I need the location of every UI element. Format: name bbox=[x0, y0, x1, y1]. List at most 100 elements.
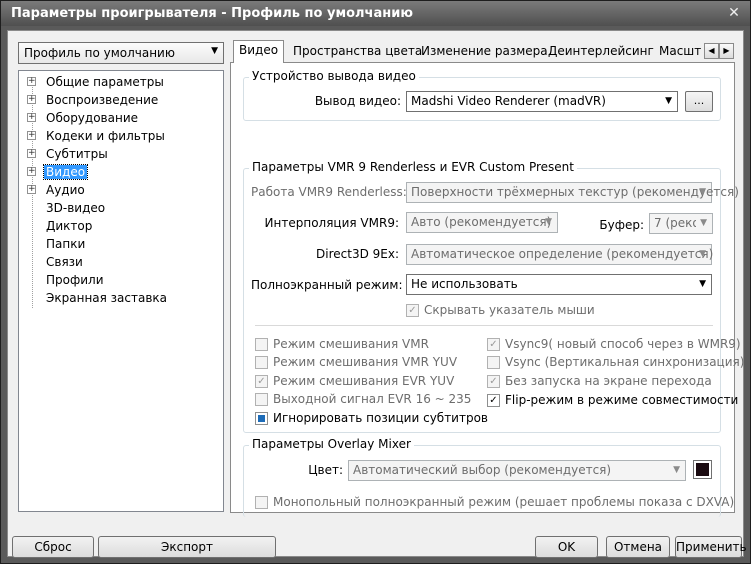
vmr9-renderless-value: Поверхности трёхмерных текстур (рекоменд… bbox=[411, 185, 739, 199]
checkbox-label: Игнорировать позиции субтитров bbox=[273, 411, 489, 425]
chevron-down-icon: ▼ bbox=[699, 187, 706, 197]
vmr9-interpolation-value: Авто (рекомендуется) bbox=[411, 215, 552, 229]
checkbox-label: Flip-режим в режиме совместимости bbox=[505, 393, 739, 407]
tree-item-label: Аудио bbox=[46, 183, 85, 197]
fullscreen-mode-dropdown[interactable]: Не использовать ▼ bbox=[406, 274, 712, 295]
vmr9-renderless-label: Работа VMR9 Renderless: bbox=[251, 185, 407, 199]
profile-dropdown[interactable]: Профиль по умолчанию ▼ bbox=[18, 42, 224, 64]
tree-item-label: Профили bbox=[46, 273, 104, 287]
checkbox-box bbox=[255, 356, 268, 369]
checkbox-label: Vsync (Вертикальная синхронизация) bbox=[505, 355, 745, 369]
tab-resize[interactable]: Изменение размера bbox=[416, 42, 553, 62]
tree-item-label: Диктор bbox=[46, 219, 93, 233]
color-swatch-fill bbox=[696, 463, 709, 476]
expand-icon[interactable]: + bbox=[27, 167, 36, 176]
chevron-down-icon: ▼ bbox=[673, 465, 680, 475]
tab-deinterlacing[interactable]: Деинтерлейсинг bbox=[543, 42, 659, 62]
checkbox-box bbox=[487, 356, 500, 369]
chevron-down-icon: ▼ bbox=[699, 279, 706, 289]
checkbox-box bbox=[255, 496, 268, 509]
chevron-down-icon: ▼ bbox=[665, 96, 672, 106]
vmr9-renderless-dropdown[interactable]: Поверхности трёхмерных текстур (рекоменд… bbox=[406, 182, 739, 203]
checkbox-label: Выходной сигнал EVR 16 ~ 235 bbox=[273, 392, 472, 406]
expand-icon[interactable]: + bbox=[27, 185, 36, 194]
direct3d-9ex-label: Direct3D 9Ex: bbox=[316, 247, 399, 261]
checkbox-label: Режим смешивания VMR bbox=[273, 337, 429, 351]
settings-tree[interactable]: + Общие параметры + Воспроизведение + Об… bbox=[18, 70, 224, 512]
checkbox-label: Монопольный полноэкранный режим (решает … bbox=[273, 495, 735, 509]
tree-item-label: Оборудование bbox=[46, 111, 138, 125]
chevron-down-icon: ▼ bbox=[211, 46, 218, 56]
checkbox-label: Режим смешивания VMR YUV bbox=[273, 355, 458, 369]
client-area: Профиль по умолчанию ▼ + Общие параметры… bbox=[7, 30, 747, 558]
tree-item-label: Видео bbox=[42, 164, 89, 180]
tree-item-label: Связи bbox=[46, 255, 83, 269]
overlay-color-value: Автоматический выбор (рекомендуется) bbox=[353, 463, 612, 477]
settings-window: Параметры проигрывателя - Профиль по умо… bbox=[0, 0, 751, 564]
overlay-mixer-group-title: Параметры Overlay Mixer bbox=[249, 437, 414, 451]
overlay-color-dropdown[interactable]: Автоматический выбор (рекомендуется) ▼ bbox=[348, 460, 686, 481]
tab-strip: Видео Пространства цвета Изменение разме… bbox=[233, 40, 723, 63]
direct3d-9ex-value: Автоматическое определение (рекомендуетс… bbox=[411, 247, 714, 261]
buffer-dropdown[interactable]: 7 (реко ▼ bbox=[649, 213, 713, 234]
vmr9-interpolation-label: Интерполяция VMR9: bbox=[264, 216, 399, 230]
tab-scroll-right-icon[interactable]: ▶ bbox=[719, 43, 734, 59]
tab-video[interactable]: Видео bbox=[233, 40, 285, 63]
chevron-down-icon: ▼ bbox=[699, 249, 706, 259]
expand-icon[interactable]: + bbox=[27, 149, 36, 158]
expand-icon[interactable]: + bbox=[27, 113, 36, 122]
reset-button[interactable]: Сброс bbox=[12, 536, 94, 558]
checkbox-box: ✓ bbox=[487, 338, 500, 351]
checkbox-box bbox=[255, 393, 268, 406]
expand-icon[interactable]: + bbox=[27, 131, 36, 140]
checkbox-box: ✓ bbox=[406, 304, 419, 317]
expand-icon[interactable]: + bbox=[27, 95, 36, 104]
tree-item-label: Кодеки и фильтры bbox=[46, 129, 165, 143]
video-tab-page: Устройство вывода видео Вывод видео: Mad… bbox=[230, 62, 744, 517]
cancel-button[interactable]: Отмена bbox=[606, 536, 670, 558]
hide-cursor-label: Скрывать указатель мыши bbox=[424, 303, 595, 317]
profile-dropdown-value: Профиль по умолчанию bbox=[24, 46, 175, 60]
window-title: Параметры проигрывателя - Профиль по умо… bbox=[11, 6, 413, 21]
chevron-down-icon: ▼ bbox=[700, 218, 707, 228]
checkbox-label: Режим смешивания EVR YUV bbox=[273, 374, 455, 388]
tab-color-spaces[interactable]: Пространства цвета bbox=[288, 42, 427, 62]
ok-button[interactable]: OK bbox=[535, 536, 598, 558]
tab-scroll-left-icon[interactable]: ◀ bbox=[704, 43, 719, 59]
vmr-settings-group-title: Параметры VMR 9 Renderless и EVR Custom … bbox=[249, 160, 577, 174]
buffer-value: 7 (реко bbox=[654, 216, 696, 230]
export-button[interactable]: Экспорт bbox=[98, 536, 276, 558]
apply-button[interactable]: Применить bbox=[675, 536, 747, 558]
fullscreen-mode-label: Полноэкранный режим: bbox=[251, 278, 403, 292]
tab-scaling[interactable]: Масшт bbox=[654, 42, 706, 62]
color-swatch-button[interactable] bbox=[693, 460, 712, 479]
direct3d-9ex-dropdown[interactable]: Автоматическое определение (рекомендуетс… bbox=[406, 244, 714, 265]
output-device-group-title: Устройство вывода видео bbox=[249, 69, 419, 83]
renderer-settings-button[interactable]: ... bbox=[685, 91, 713, 112]
expand-icon[interactable]: + bbox=[27, 77, 36, 86]
checkbox-box bbox=[255, 338, 268, 351]
fullscreen-mode-value: Не использовать bbox=[411, 277, 518, 291]
checkbox-box: ✓ bbox=[487, 375, 500, 388]
tree-item-label: Папки bbox=[46, 237, 86, 251]
color-label: Цвет: bbox=[308, 463, 343, 477]
close-icon[interactable]: ✕ bbox=[724, 4, 744, 22]
buffer-label: Буфер: bbox=[599, 218, 644, 232]
chevron-down-icon: ▼ bbox=[545, 217, 552, 227]
tree-item-label: 3D-видео bbox=[46, 201, 106, 215]
tree-item-label: Общие параметры bbox=[46, 75, 164, 89]
tree-item-label: Субтитры bbox=[46, 147, 108, 161]
video-output-label: Вывод видео: bbox=[314, 94, 401, 108]
checkbox-box: ✓ bbox=[255, 375, 268, 388]
tree-item-label: Воспроизведение bbox=[46, 93, 159, 107]
checkbox-box: ✓ bbox=[487, 394, 500, 407]
checkbox-box bbox=[255, 412, 268, 425]
title-bar[interactable]: Параметры проигрывателя - Профиль по умо… bbox=[1, 1, 750, 26]
separator bbox=[255, 325, 713, 326]
checkbox-label: Vsync9( новый способ через в WMR9) bbox=[505, 337, 741, 351]
video-output-dropdown[interactable]: Madshi Video Renderer (madVR) ▼ bbox=[406, 91, 678, 112]
video-output-value: Madshi Video Renderer (madVR) bbox=[411, 94, 606, 108]
checkbox-label: Без запуска на экране перехода bbox=[505, 374, 712, 388]
tree-item-label: Экранная заставка bbox=[46, 291, 168, 305]
vmr9-interpolation-dropdown[interactable]: Авто (рекомендуется) ▼ bbox=[406, 212, 558, 233]
